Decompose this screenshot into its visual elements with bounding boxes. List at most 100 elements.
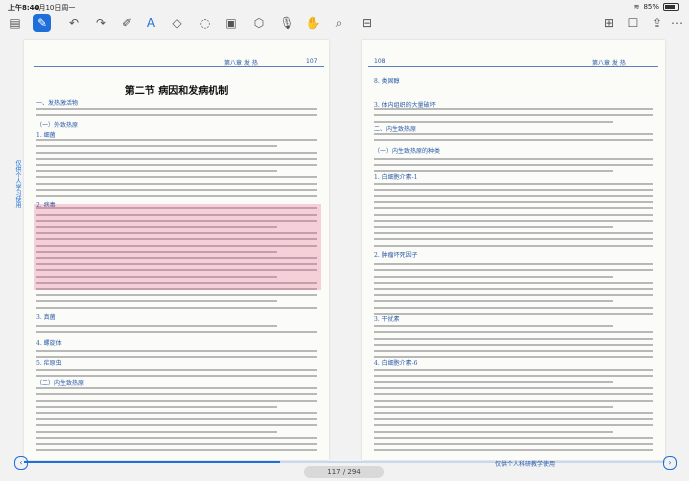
text-line <box>374 232 653 235</box>
panel-icon[interactable]: ⊞ <box>600 14 618 32</box>
text-line <box>36 151 317 154</box>
text-line <box>36 182 317 185</box>
text-line <box>374 207 653 210</box>
export-icon[interactable]: ⇪ <box>648 14 666 32</box>
text-line <box>374 312 653 315</box>
section-heading: 1. 白细胞介素-1 <box>374 174 418 181</box>
text-line <box>36 399 317 402</box>
text-line <box>374 387 653 390</box>
text-line <box>374 337 653 340</box>
text-line <box>36 393 317 396</box>
text-line <box>36 294 317 297</box>
text-line <box>36 108 317 111</box>
text-line <box>374 368 653 371</box>
image-icon[interactable]: ▣ <box>222 14 240 32</box>
footer-watermark: 仅供个人科研教学使用 <box>495 461 556 468</box>
text-line <box>374 213 653 216</box>
section-heading: 二、内生致热原 <box>374 126 417 133</box>
undo-icon[interactable]: ↶ <box>65 14 83 32</box>
section-heading: （一）内生致热原的种类 <box>374 148 441 155</box>
text-line <box>374 114 653 117</box>
section-heading: 3. 真菌 <box>36 314 56 321</box>
text-line <box>374 120 613 123</box>
text-line <box>374 331 653 334</box>
text-line <box>36 350 317 352</box>
text-line <box>374 288 653 290</box>
section-heading: 3. 干扰素 <box>374 316 400 323</box>
text-line <box>36 331 317 334</box>
text-line <box>374 139 653 142</box>
text-line <box>374 294 653 297</box>
text-line <box>374 244 653 247</box>
text-line <box>374 269 653 272</box>
text-line <box>374 170 613 173</box>
progress-bar[interactable] <box>24 461 665 463</box>
text-line <box>374 449 653 452</box>
more-icon[interactable]: ⋯ <box>668 14 686 32</box>
text-line <box>36 405 277 408</box>
text-line <box>374 306 653 309</box>
text-line <box>36 164 317 166</box>
status-right: ≋ 85% <box>634 3 679 11</box>
text-line <box>374 133 653 135</box>
text-line <box>36 368 317 371</box>
text-line <box>36 114 317 117</box>
text-line <box>36 387 317 390</box>
text-line <box>36 170 277 173</box>
text-line <box>374 436 653 439</box>
text-line <box>374 238 653 241</box>
text-line <box>36 436 317 439</box>
text-line <box>374 418 653 421</box>
pen-tool-icon[interactable]: ✎ <box>33 14 51 32</box>
right-page[interactable]: 108 第八章 发 热 8. 类固醇 3. 体内组织的大量破坏 二、内生致热原 （一）… <box>362 40 665 460</box>
text-line <box>374 350 653 352</box>
text-line <box>374 108 653 111</box>
ruler-icon[interactable]: ⊟ <box>358 14 376 32</box>
text-line <box>374 443 653 445</box>
text-line <box>36 195 317 197</box>
left-page[interactable]: 第八章 发 热 107 第二节 病因和发病机制 一、发热激活物 （一）外致热原 1.… <box>24 40 329 460</box>
zoom-icon[interactable]: ⌕ <box>330 14 348 32</box>
mic-icon[interactable]: 🎙 <box>278 14 296 32</box>
highlight-annotation[interactable] <box>34 204 321 290</box>
hand-icon[interactable]: ✋ <box>304 14 322 32</box>
header-rule <box>34 66 324 67</box>
eraser-icon[interactable]: ◇ <box>168 14 186 32</box>
text-line <box>36 188 317 191</box>
text-line <box>374 263 653 266</box>
text-line <box>374 300 613 303</box>
text-line <box>374 182 653 185</box>
bookmark-icon[interactable]: ☐ <box>624 14 642 32</box>
side-watermark: 仅供个人学习使用 <box>14 160 21 208</box>
highlighter-icon[interactable]: ✐ <box>118 14 136 32</box>
sidebar-toggle-icon[interactable]: ▤ <box>6 14 24 32</box>
section-heading: （一）外致热原 <box>36 122 79 129</box>
page-title: 第二节 病因和发病机制 <box>124 86 229 97</box>
annotation-toolbar: ▤ ✎ ↶ ↷ ✐ A ◇ ◌ ▣ ⬡ 🎙 ✋ ⌕ ⊟ ⊞ ☐ ⇪ ⋯ <box>0 12 689 36</box>
section-heading: 4. 白细胞介素-6 <box>374 360 418 367</box>
battery-percent: 85% <box>643 3 659 11</box>
text-line <box>374 343 653 346</box>
text-line <box>374 405 613 408</box>
text-line <box>36 449 317 452</box>
lasso-icon[interactable]: ◌ <box>196 14 214 32</box>
text-line <box>36 443 317 445</box>
right-header-page: 108 <box>374 58 386 65</box>
text-line <box>36 139 317 142</box>
redo-icon[interactable]: ↷ <box>92 14 110 32</box>
text-tool-icon[interactable]: A <box>142 14 160 32</box>
section-heading: 1. 细菌 <box>36 132 56 139</box>
text-line <box>36 374 317 377</box>
shape-icon[interactable]: ⬡ <box>250 14 268 32</box>
text-line <box>36 430 277 433</box>
text-line <box>374 412 653 414</box>
next-page-icon[interactable]: › <box>663 456 677 470</box>
text-line <box>374 374 653 377</box>
text-line <box>374 219 653 222</box>
section-heading: 8. 类固醇 <box>374 78 400 85</box>
wifi-icon: ≋ <box>633 3 640 11</box>
text-line <box>374 399 653 402</box>
text-line <box>36 300 277 303</box>
prev-page-icon[interactable]: ‹ <box>14 456 28 470</box>
section-heading: 5. 疟原虫 <box>36 360 62 367</box>
